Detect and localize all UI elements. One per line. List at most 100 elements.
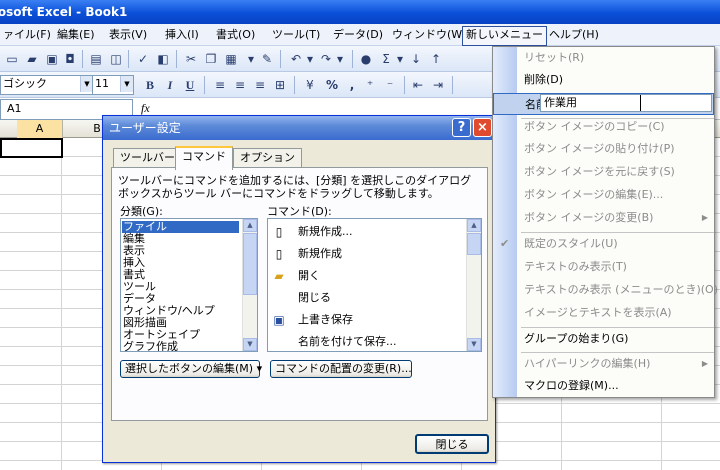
function-icon[interactable]: fx (141, 101, 150, 116)
format-painter-icon[interactable]: ✎ (259, 51, 275, 67)
increase-indent-icon[interactable]: ⇥ (430, 77, 446, 93)
scroll-down-icon[interactable]: ▼ (467, 338, 481, 351)
font-size-value: 11 (95, 77, 109, 90)
new-document-icon[interactable]: ▭ (4, 51, 20, 67)
increase-decimal-icon[interactable]: ⁺ (362, 77, 378, 93)
commands-list[interactable]: ▯ 新規作成... ▯ 新規作成 ▰ 開く 閉じる ▣ 上書き保存 名前を付けて… (267, 218, 482, 352)
italic-button[interactable]: I (162, 77, 178, 93)
toolbar-separator (452, 76, 453, 94)
category-scrollbar[interactable]: ▲ ▼ (242, 219, 257, 351)
dialog-title-bar[interactable]: ユーザー設定 (103, 116, 495, 140)
commands-panel: ツールバーにコマンドを追加するには、[分類] を選択しこのダイアログ ボックスか… (111, 167, 488, 421)
tab-commands[interactable]: コマンド (175, 146, 233, 170)
menu-item-reset[interactable]: リセット(R) (493, 47, 714, 69)
spelling-icon[interactable]: ✓ (135, 51, 151, 67)
copy-icon[interactable]: ❐ (203, 51, 219, 67)
menu-item-label: 既定のスタイル(U) (524, 237, 618, 250)
scroll-thumb[interactable] (243, 233, 257, 295)
help-button[interactable]: ? (452, 118, 471, 137)
scroll-thumb[interactable] (467, 233, 481, 255)
save-disk-icon[interactable]: ▣ (44, 51, 60, 67)
close-button[interactable]: 閉じる (415, 434, 489, 454)
menu-item-label: テキストのみ表示(T) (524, 260, 627, 273)
bold-button[interactable]: B (142, 77, 158, 93)
menu-insert[interactable]: 挿入(I) (162, 26, 202, 44)
list-item[interactable]: 閉じる (268, 287, 454, 309)
tab-toolbars[interactable]: ツールバー (113, 148, 182, 168)
menu-item-text-only[interactable]: テキストのみ表示(T) (493, 256, 714, 278)
modify-selection-button[interactable]: 選択したボタンの編集(M) ▾ (120, 360, 262, 378)
menu-item-image-and-text[interactable]: イメージとテキストを表示(A) (493, 302, 714, 324)
menu-item-delete[interactable]: 削除(D) (493, 69, 714, 91)
menu-data[interactable]: データ(D) (330, 26, 386, 44)
font-name-select[interactable]: ゴシック ▼ (0, 75, 94, 95)
menu-item-paste-image[interactable]: ボタン イメージの貼り付け(P) (493, 138, 714, 160)
scroll-up-icon[interactable]: ▲ (243, 219, 257, 232)
chevron-down-icon[interactable]: ▼ (120, 76, 133, 92)
active-cell[interactable] (0, 138, 63, 158)
menu-item-text-only-menus[interactable]: テキストのみ表示 (メニューのとき)(O) (493, 279, 718, 301)
sort-descending-icon[interactable]: ↑ (428, 51, 444, 67)
menu-item-label: ボタン イメージを元に戻す(S) (524, 165, 675, 178)
cut-icon[interactable]: ✂ (183, 51, 199, 67)
list-item[interactable]: ▯ 新規作成 (268, 243, 454, 265)
menu-item-copy-image[interactable]: ボタン イメージのコピー(C) (493, 116, 714, 138)
list-item[interactable]: ▰ 開く (268, 265, 454, 287)
align-center-icon[interactable]: ≡ (232, 77, 248, 93)
menu-window[interactable]: ウィンドウ(W) (389, 26, 469, 44)
excel-title-bar: rosoft Excel - Book1 (0, 0, 720, 24)
menu-edit[interactable]: 編集(E) (54, 26, 98, 44)
merge-center-icon[interactable]: ⊞ (272, 77, 288, 93)
permission-icon[interactable]: ◘ (62, 51, 78, 67)
comma-button[interactable]: , (344, 77, 360, 93)
list-item[interactable]: グラフ作成 (123, 341, 178, 352)
research-icon[interactable]: ◧ (155, 51, 171, 67)
percent-button[interactable]: % (324, 77, 340, 93)
open-folder-icon[interactable]: ▰ (24, 51, 40, 67)
menu-tools[interactable]: ツール(T) (269, 26, 323, 44)
menu-item-change-image[interactable]: ボタン イメージの変更(B) ▶ (493, 207, 714, 229)
select-all-corner[interactable] (0, 120, 18, 138)
scroll-down-icon[interactable]: ▼ (243, 338, 257, 351)
decrease-indent-icon[interactable]: ⇤ (410, 77, 426, 93)
underline-button[interactable]: U (182, 77, 198, 93)
undo-dropdown-icon[interactable]: ▾ (302, 51, 318, 67)
autosum-dropdown-icon[interactable]: ▾ (392, 51, 408, 67)
paste-icon[interactable]: ▦ (223, 51, 239, 67)
column-header-a[interactable]: A (17, 120, 63, 138)
command-label: 新規作成... (298, 225, 353, 238)
menu-item-assign-macro[interactable]: マクロの登録(M)... (493, 375, 714, 397)
menu-item-begin-group[interactable]: グループの始まり(G) (493, 328, 714, 350)
list-item[interactable]: ▣ 上書き保存 (268, 309, 454, 331)
paste-dropdown-icon[interactable]: ▾ (243, 51, 259, 67)
decrease-decimal-icon[interactable]: ⁻ (382, 77, 398, 93)
menu-item-reset-image[interactable]: ボタン イメージを元に戻す(S) (493, 161, 714, 183)
scroll-up-icon[interactable]: ▲ (467, 219, 481, 232)
tab-options[interactable]: オプション (233, 148, 302, 168)
print-preview-icon[interactable]: ◫ (108, 51, 124, 67)
list-item[interactable]: ▯ 新規作成... (268, 221, 454, 243)
button-name-input[interactable]: 作業用 (540, 94, 712, 112)
menu-item-edit-hyperlink[interactable]: ハイパーリンクの編集(H) ▶ (493, 353, 714, 375)
commands-scrollbar[interactable]: ▲ ▼ (466, 219, 481, 351)
menu-file[interactable]: ァイル(F) (0, 26, 54, 44)
align-left-icon[interactable]: ≡ (212, 77, 228, 93)
category-list[interactable]: ファイル 編集 表示 挿入 書式 ツール データ ウィンドウ/ヘルプ 図形描画 … (120, 218, 258, 352)
submenu-arrow-icon: ▶ (701, 359, 708, 368)
align-right-icon[interactable]: ≡ (252, 77, 268, 93)
list-item[interactable]: 名前を付けて保存... (268, 331, 454, 351)
menu-new-menu[interactable]: 新しいメニュー (462, 26, 547, 46)
menu-format[interactable]: 書式(O) (213, 26, 258, 44)
print-icon[interactable]: ▤ (88, 51, 104, 67)
menu-help[interactable]: ヘルプ(H) (546, 26, 602, 44)
close-icon[interactable]: × (473, 118, 492, 137)
sort-ascending-icon[interactable]: ↓ (408, 51, 424, 67)
currency-icon[interactable]: ¥ (302, 77, 318, 93)
menu-item-default-style[interactable]: ✔ 既定のスタイル(U) (493, 233, 714, 255)
hyperlink-icon[interactable]: ● (358, 51, 374, 67)
menu-view[interactable]: 表示(V) (106, 26, 150, 44)
font-size-select[interactable]: 11 ▼ (92, 75, 134, 95)
menu-item-edit-image[interactable]: ボタン イメージの編集(E)... (493, 184, 714, 206)
redo-dropdown-icon[interactable]: ▾ (332, 51, 348, 67)
rearrange-commands-button[interactable]: コマンドの配置の変更(R)... (270, 360, 412, 378)
